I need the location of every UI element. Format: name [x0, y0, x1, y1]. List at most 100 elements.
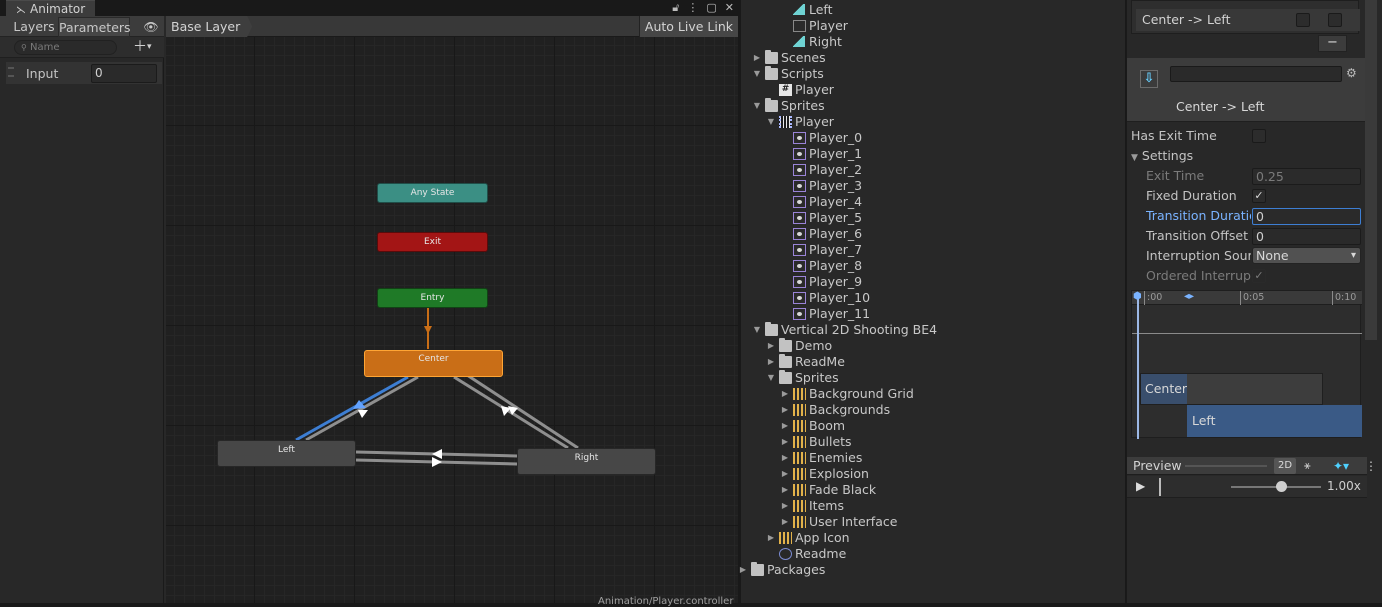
transition-list-item[interactable]: Center -> Left: [1136, 9, 1360, 31]
chevron-right-icon[interactable]: ▶: [780, 434, 790, 450]
project-item-player-10[interactable]: Player_10: [741, 290, 1125, 306]
transition-timeline[interactable]: :00 0:05 0:10 ◂▸ Center Left ⬢: [1131, 290, 1362, 439]
chevron-down-icon[interactable]: ▼: [766, 114, 776, 130]
project-item-backgrounds[interactable]: ▶ Backgrounds: [741, 402, 1125, 418]
maximize-icon[interactable]: ▢: [706, 0, 716, 16]
timeline-playhead[interactable]: [1137, 295, 1139, 439]
chevron-down-icon[interactable]: ▼: [752, 322, 762, 338]
transition-offset-field[interactable]: 0: [1252, 228, 1361, 245]
right-center-transition[interactable]: [463, 371, 579, 450]
transition-start-marker-icon[interactable]: ◂▸: [1184, 291, 1194, 302]
project-item-player-7[interactable]: Player_7: [741, 242, 1125, 258]
parameter-value-field[interactable]: 0: [91, 64, 157, 83]
chevron-right-icon[interactable]: ▶: [752, 50, 762, 66]
project-item-app-icon[interactable]: ▶ App Icon: [741, 530, 1125, 546]
chevron-right-icon[interactable]: ▶: [780, 514, 790, 530]
remove-transition-button[interactable]: −: [1318, 35, 1347, 52]
chevron-down-icon[interactable]: ▼: [752, 98, 762, 114]
play-icon[interactable]: ▶: [1136, 479, 1145, 493]
project-item-demo[interactable]: ▶ Demo: [741, 338, 1125, 354]
tab-layers[interactable]: Layers: [10, 17, 58, 37]
project-item-enemies[interactable]: ▶ Enemies: [741, 450, 1125, 466]
chevron-right-icon[interactable]: ▶: [738, 562, 748, 578]
project-item-fade-black[interactable]: ▶ Fade Black: [741, 482, 1125, 498]
avatar-icon[interactable]: ✦▾: [1333, 457, 1349, 475]
inspector-scrollbar[interactable]: [1365, 0, 1377, 340]
pivot-icon[interactable]: ⚹: [1304, 457, 1311, 475]
transition-name-field[interactable]: [1170, 66, 1342, 82]
tab-parameters[interactable]: Parameters: [58, 17, 131, 37]
project-item-readme[interactable]: ▶ ReadMe: [741, 354, 1125, 370]
project-item-left[interactable]: Left: [741, 2, 1125, 18]
state-entry[interactable]: Entry: [377, 288, 488, 308]
project-item-vertical-2d-shooting-be4[interactable]: ▼ Vertical 2D Shooting BE4: [741, 322, 1125, 338]
settings-foldout[interactable]: ▼ Settings: [1131, 147, 1193, 165]
mute-checkbox[interactable]: [1328, 13, 1342, 27]
drag-handle-icon[interactable]: [8, 67, 14, 77]
preview-time-bar[interactable]: [1159, 478, 1161, 496]
project-item-boom[interactable]: ▶ Boom: [741, 418, 1125, 434]
project-item-player-0[interactable]: Player_0: [741, 130, 1125, 146]
close-icon[interactable]: ✕: [725, 0, 734, 16]
project-item-player-1[interactable]: Player_1: [741, 146, 1125, 162]
project-item-scripts[interactable]: ▼ Scripts: [741, 66, 1125, 82]
project-item-player-5[interactable]: Player_5: [741, 210, 1125, 226]
target-state-bar[interactable]: Left: [1187, 405, 1362, 437]
transition-duration-field[interactable]: 0: [1252, 208, 1361, 225]
left-center-transition[interactable]: [305, 375, 419, 442]
lock-icon[interactable]: 🔓︎: [672, 0, 679, 16]
project-item-player-8[interactable]: Player_8: [741, 258, 1125, 274]
gear-icon[interactable]: ⚙: [1346, 66, 1357, 80]
project-item-user-interface[interactable]: ▶ User Interface: [741, 514, 1125, 530]
chevron-right-icon[interactable]: ▶: [780, 466, 790, 482]
project-item-packages[interactable]: ▶ Packages: [738, 562, 1125, 578]
project-item-player[interactable]: # Player: [741, 82, 1125, 98]
project-item-player-4[interactable]: Player_4: [741, 194, 1125, 210]
project-item-background-grid[interactable]: ▶ Background Grid: [741, 386, 1125, 402]
interruption-source-dropdown[interactable]: None: [1252, 247, 1361, 264]
chevron-right-icon[interactable]: ▶: [766, 530, 776, 546]
playhead-handle-icon[interactable]: ⬢: [1133, 291, 1142, 302]
chevron-right-icon[interactable]: ▶: [780, 386, 790, 402]
state-right[interactable]: Right: [517, 448, 656, 475]
state-left[interactable]: Left: [217, 440, 356, 467]
parameter-search-input[interactable]: ⚲ Name: [14, 40, 117, 55]
chevron-right-icon[interactable]: ▶: [780, 498, 790, 514]
source-state-bar[interactable]: Center: [1140, 373, 1323, 405]
project-tree-panel[interactable]: Left Player Right ▶ Scenes ▼ Scripts # Player ▼ Sp…: [738, 0, 1125, 603]
kebab-menu-icon[interactable]: ⋮: [1365, 457, 1377, 475]
chevron-right-icon[interactable]: ▶: [780, 402, 790, 418]
chevron-down-icon[interactable]: ▼: [752, 66, 762, 82]
state-exit[interactable]: Exit: [377, 232, 488, 252]
project-item-items[interactable]: ▶ Items: [741, 498, 1125, 514]
project-item-player-2[interactable]: Player_2: [741, 162, 1125, 178]
preview-2d-button[interactable]: 2D: [1274, 458, 1296, 474]
project-item-player[interactable]: Player: [741, 18, 1125, 34]
state-any-state[interactable]: Any State: [377, 183, 488, 203]
solo-checkbox[interactable]: [1296, 13, 1310, 27]
project-item-player-3[interactable]: Player_3: [741, 178, 1125, 194]
kebab-menu-icon[interactable]: ⋮: [687, 0, 698, 16]
project-item-player-11[interactable]: Player_11: [741, 306, 1125, 322]
project-item-sprites[interactable]: ▼ Sprites: [741, 370, 1125, 386]
add-parameter-button[interactable]: ＋▾: [133, 39, 161, 56]
parameter-row[interactable]: Input 0: [6, 62, 162, 84]
eye-icon[interactable]: 👁︎: [140, 19, 162, 35]
chevron-right-icon[interactable]: ▶: [780, 418, 790, 434]
project-item-scenes[interactable]: ▶ Scenes: [741, 50, 1125, 66]
project-item-explosion[interactable]: ▶ Explosion: [741, 466, 1125, 482]
project-item-readme[interactable]: Readme: [741, 546, 1125, 562]
fixed-duration-checkbox[interactable]: ✓: [1252, 189, 1266, 203]
center-left-transition[interactable]: [295, 375, 409, 442]
chevron-right-icon[interactable]: ▶: [780, 450, 790, 466]
has-exit-time-checkbox[interactable]: [1252, 129, 1266, 143]
chevron-right-icon[interactable]: ▶: [780, 482, 790, 498]
project-item-right[interactable]: Right: [741, 34, 1125, 50]
chevron-down-icon[interactable]: ▼: [766, 370, 776, 386]
state-center[interactable]: Center: [364, 350, 503, 377]
state-machine-graph[interactable]: Base Layer Auto Live Link Any State Exit: [166, 16, 738, 607]
preview-speed-slider[interactable]: [1276, 481, 1287, 492]
project-item-sprites[interactable]: ▼ Sprites: [741, 98, 1125, 114]
chevron-right-icon[interactable]: ▶: [766, 338, 776, 354]
project-item-player-6[interactable]: Player_6: [741, 226, 1125, 242]
